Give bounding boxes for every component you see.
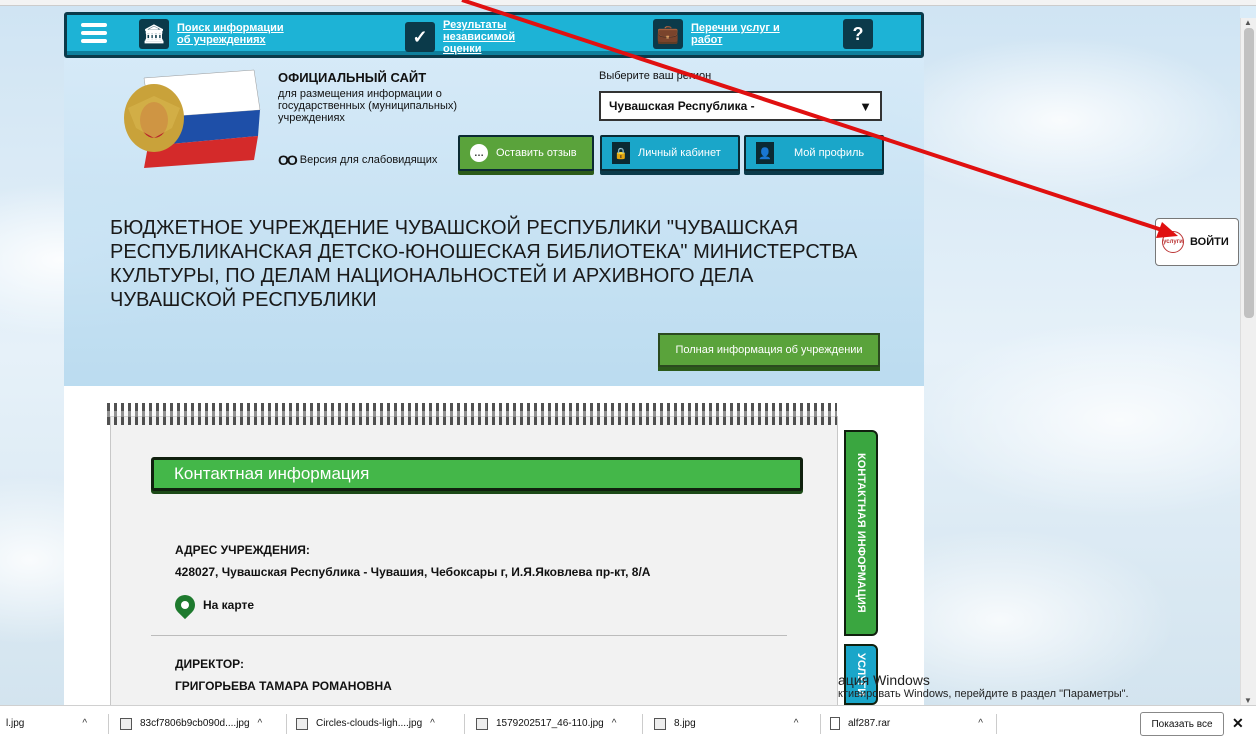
download-item[interactable]: l.jpg ^: [6, 706, 87, 740]
gosuslugi-icon: услуги: [1162, 231, 1184, 253]
chevron-up-icon[interactable]: ^: [978, 718, 983, 729]
separator: [286, 714, 287, 734]
page-column: 🏛 Поиск информации об учреждениях ✓ Резу…: [64, 12, 924, 716]
address-label: АДРЕС УЧРЕЖДЕНИЯ:: [175, 543, 310, 557]
browser-top-strip: [0, 0, 1256, 6]
profile-label: Мой профиль: [794, 147, 865, 159]
address-value: 428027, Чувашская Республика - Чувашия, …: [175, 565, 651, 579]
chevron-up-icon[interactable]: ^: [794, 718, 799, 729]
user-icon: 👤: [756, 142, 774, 164]
region-value: Чувашская Республика -: [609, 99, 755, 113]
image-file-icon: [476, 717, 488, 730]
page-scrollbar[interactable]: ▲ ▼: [1240, 18, 1256, 708]
map-link-label: На карте: [203, 598, 255, 612]
glasses-icon: OO: [278, 152, 298, 168]
scroll-up-icon[interactable]: ▲: [1244, 18, 1252, 27]
feedback-button[interactable]: … Оставить отзыв: [458, 135, 594, 171]
downloads-bar: l.jpg ^ 83cf7806b9cb090d....jpg ^ Circle…: [0, 705, 1256, 740]
separator: [464, 714, 465, 734]
low-vision-link[interactable]: OO Версия для слабовидящих: [278, 152, 437, 168]
image-file-icon: [120, 717, 132, 730]
dropdown-arrow-icon: ▼: [859, 98, 872, 114]
help-icon[interactable]: ?: [843, 19, 873, 49]
chevron-up-icon[interactable]: ^: [612, 718, 617, 729]
download-item[interactable]: 83cf7806b9cb090d....jpg ^: [120, 706, 262, 740]
download-filename: 83cf7806b9cb090d....jpg: [140, 718, 250, 729]
nav-services-link[interactable]: Перечни услуг и работ: [691, 22, 801, 46]
director-value: ГРИГОРЬЕВА ТАМАРА РОМАНОВНА: [175, 679, 392, 693]
speech-bubble-icon: …: [470, 144, 488, 162]
chevron-up-icon[interactable]: ^: [82, 718, 87, 729]
chevron-up-icon[interactable]: ^: [258, 718, 263, 729]
download-filename: alf287.rar: [848, 718, 891, 729]
site-title: ОФИЦИАЛЬНЫЙ САЙТ: [278, 70, 427, 85]
download-filename: 8.jpg: [674, 718, 696, 729]
spiral-binding: [107, 403, 837, 425]
separator: [642, 714, 643, 734]
download-item[interactable]: alf287.rar ^: [830, 706, 983, 740]
site-header: ОФИЦИАЛЬНЫЙ САЙТ для размещения информац…: [64, 58, 924, 386]
cabinet-label: Личный кабинет: [638, 147, 721, 159]
download-filename: l.jpg: [6, 718, 25, 729]
nav-item-results[interactable]: ✓ Результаты независимой оценки: [405, 19, 553, 55]
activation-subtitle: ктивировать Windows, перейдите в раздел …: [838, 688, 1129, 700]
organization-name: БЮДЖЕТНОЕ УЧРЕЖДЕНИЕ ЧУВАШСКОЙ РЕСПУБЛИК…: [110, 217, 858, 311]
profile-button[interactable]: 👤 Мой профиль: [744, 135, 884, 171]
director-label: ДИРЕКТОР:: [175, 657, 245, 671]
download-item[interactable]: Circles-clouds-ligh....jpg ^: [296, 706, 435, 740]
download-filename: Circles-clouds-ligh....jpg: [316, 718, 423, 729]
download-item[interactable]: 8.jpg ^: [654, 706, 798, 740]
close-icon[interactable]: ✕: [1232, 715, 1244, 732]
contact-heading: Контактная информация: [151, 457, 803, 491]
briefcase-icon: 💼: [653, 19, 683, 49]
nav-results-link[interactable]: Результаты независимой оценки: [443, 19, 553, 55]
map-link[interactable]: На карте: [170, 590, 255, 620]
show-all-button[interactable]: Показать все: [1140, 712, 1224, 736]
file-icon: [830, 717, 840, 730]
full-info-button[interactable]: Полная информация об учреждении: [658, 333, 880, 367]
site-subtitle: для размещения информации о государствен…: [278, 88, 458, 124]
lock-icon: 🔒: [612, 142, 630, 164]
windows-activation-watermark: ация Windows ктивировать Windows, перейд…: [838, 672, 1129, 700]
scroll-thumb[interactable]: [1244, 28, 1254, 318]
login-button[interactable]: услуги ВОЙТИ: [1155, 218, 1239, 266]
region-select[interactable]: Чувашская Республика - ▼: [599, 91, 882, 121]
download-item[interactable]: 1579202517_46-110.jpg ^: [476, 706, 616, 740]
nav-search-link[interactable]: Поиск информации об учреждениях: [177, 22, 287, 46]
activation-title: ация Windows: [838, 672, 930, 688]
login-label: ВОЙТИ: [1190, 236, 1229, 248]
feedback-label: Оставить отзыв: [496, 147, 577, 159]
institution-icon: 🏛: [139, 19, 169, 49]
contact-card: Контактная информация АДРЕС УЧРЕЖДЕНИЯ: …: [107, 403, 838, 716]
side-tab-contact[interactable]: КОНТАКТНАЯ ИНФОРМАЦИЯ: [844, 430, 878, 636]
download-filename: 1579202517_46-110.jpg: [496, 718, 604, 729]
map-pin-icon: [170, 590, 200, 620]
coat-of-arms-flag-icon: [124, 69, 261, 168]
checkbox-icon: ✓: [405, 22, 435, 52]
separator: [820, 714, 821, 734]
image-file-icon: [654, 717, 666, 730]
low-vision-label: Версия для слабовидящих: [299, 154, 438, 166]
nav-item-services[interactable]: 💼 Перечни услуг и работ: [653, 19, 801, 49]
image-file-icon: [296, 717, 308, 730]
divider: [151, 635, 787, 636]
separator: [996, 714, 997, 734]
top-navbar: 🏛 Поиск информации об учреждениях ✓ Резу…: [64, 12, 924, 58]
chevron-up-icon[interactable]: ^: [430, 718, 435, 729]
scroll-down-icon[interactable]: ▼: [1244, 696, 1252, 705]
region-label: Выберите ваш регион: [599, 70, 712, 82]
cabinet-button[interactable]: 🔒 Личный кабинет: [600, 135, 740, 171]
content-area: Контактная информация АДРЕС УЧРЕЖДЕНИЯ: …: [64, 386, 924, 716]
nav-item-search[interactable]: 🏛 Поиск информации об учреждениях: [139, 19, 287, 49]
separator: [108, 714, 109, 734]
menu-icon[interactable]: [81, 23, 107, 47]
